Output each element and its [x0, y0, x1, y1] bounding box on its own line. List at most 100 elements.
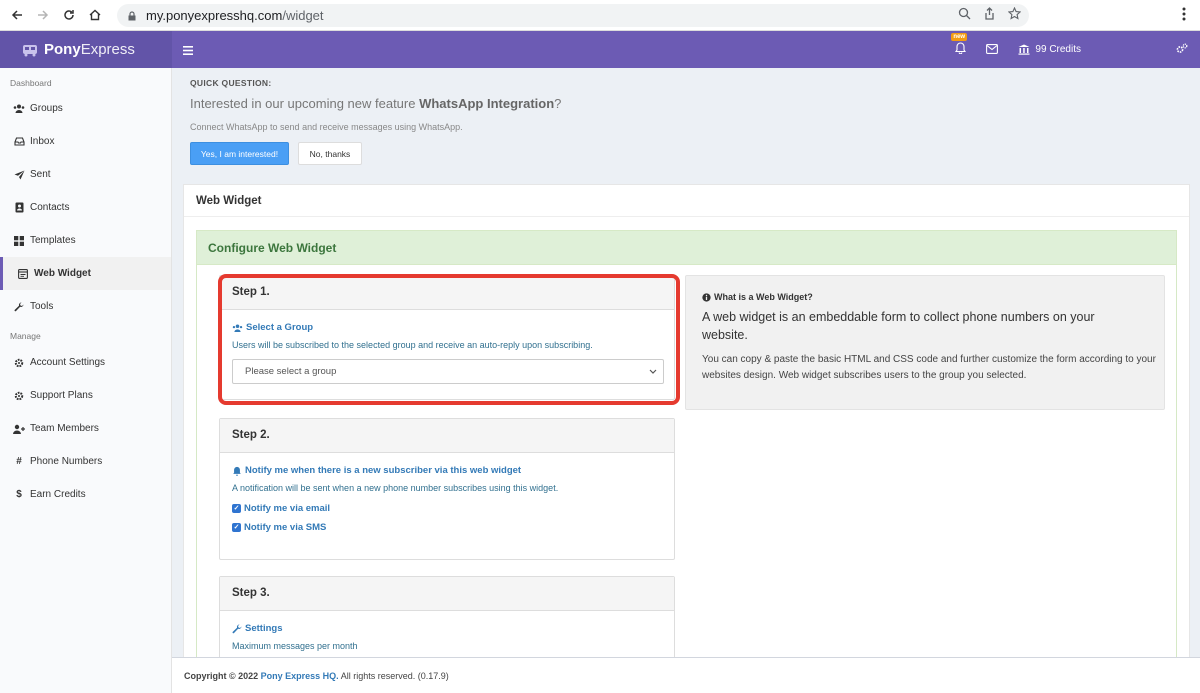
footer-company-link[interactable]: Pony Express HQ. [261, 671, 339, 681]
quick-question-title-suffix: ? [554, 96, 562, 111]
notify-subscriber-link[interactable]: Notify me when there is a new subscriber… [232, 465, 662, 476]
quick-question-title-prefix: Interested in our upcoming new feature [190, 96, 420, 111]
address-book-icon [13, 202, 25, 213]
notify-subscriber-label: Notify me when there is a new subscriber… [245, 465, 522, 476]
pony-logo-icon [23, 44, 37, 56]
quick-question-banner: QUICK QUESTION: Interested in our upcomi… [172, 68, 1200, 174]
sidebar: Dashboard Groups Inbox Sent Contacts Tem… [0, 68, 172, 693]
step3-panel: Step 3. Settings Maximum messages per mo… [219, 576, 675, 666]
back-icon[interactable] [6, 4, 28, 26]
quick-question-feature: WhatsApp Integration [419, 96, 555, 111]
notify-sms-checkbox-row[interactable]: ✓ Notify me via SMS [232, 522, 662, 533]
chevron-down-icon [649, 369, 657, 374]
wrench-icon [232, 623, 242, 633]
notifications-icon[interactable]: new [951, 33, 968, 57]
sidebar-item-account-settings[interactable]: Account Settings [0, 346, 171, 379]
info-title-text: What is a Web Widget? [714, 292, 813, 302]
footer-rights: All rights reserved. [338, 671, 418, 681]
sidebar-item-label: Support Plans [30, 390, 93, 401]
sidebar-item-phone-numbers[interactable]: # Phone Numbers [0, 445, 171, 478]
brand-bold: Pony [44, 41, 81, 58]
grid-icon [13, 235, 25, 246]
step2-panel: Step 2. Notify me when there is a new su… [219, 418, 675, 560]
credits-label: 99 Credits [1035, 44, 1081, 55]
sidebar-item-label: Groups [30, 103, 63, 114]
bank-icon [1018, 44, 1030, 55]
card-divider [184, 216, 1189, 217]
step2-help: A notification will be sent when a new p… [232, 483, 559, 493]
url-host: my.ponyexpresshq.com [146, 8, 283, 23]
users-icon [13, 104, 25, 113]
notify-email-label: Notify me via email [244, 503, 331, 514]
users-icon [232, 323, 243, 332]
home-icon[interactable] [84, 4, 106, 26]
sidebar-item-label: Tools [30, 301, 54, 312]
sidebar-item-label: Contacts [30, 202, 70, 213]
menu-toggle-icon[interactable] [183, 42, 193, 58]
messages-icon[interactable] [986, 43, 999, 57]
sidebar-item-tools[interactable]: Tools [0, 290, 171, 323]
sidebar-item-label: Web Widget [34, 268, 91, 279]
sidebar-section-manage: Manage [10, 331, 41, 341]
forward-icon[interactable] [32, 4, 54, 26]
page-title: Web Widget [196, 195, 262, 207]
select-group-link[interactable]: Select a Group [232, 322, 662, 333]
bookmark-star-icon[interactable] [1008, 7, 1021, 20]
sidebar-item-earn-credits[interactable]: $ Earn Credits [0, 478, 171, 511]
notify-sms-label: Notify me via SMS [244, 522, 327, 533]
sidebar-item-label: Sent [30, 169, 51, 180]
sidebar-item-team-members[interactable]: Team Members [0, 412, 171, 445]
sidebar-item-support-plans[interactable]: Support Plans [0, 379, 171, 412]
paper-plane-icon [13, 170, 25, 180]
quick-question-subtitle: Connect WhatsApp to send and receive mes… [190, 122, 463, 132]
notify-sms-checkbox[interactable]: ✓ [232, 523, 241, 532]
notify-email-checkbox-row[interactable]: ✓ Notify me via email [232, 503, 662, 514]
sidebar-item-label: Inbox [30, 136, 55, 147]
app-logo[interactable]: Pony Express [0, 31, 172, 68]
widget-info-panel: What is a Web Widget? A web widget is an… [685, 275, 1165, 410]
info-title: What is a Web Widget? [702, 292, 1164, 302]
interested-button[interactable]: Yes, I am interested! [190, 142, 289, 165]
credits-display[interactable]: 99 Credits [1018, 44, 1081, 55]
sidebar-item-groups[interactable]: Groups [0, 92, 171, 125]
browser-toolbar: my.ponyexpresshq.com/widget [0, 0, 1200, 31]
window-icon [17, 268, 29, 279]
user-plus-icon [13, 424, 25, 434]
group-select-value: Please select a group [245, 366, 337, 377]
hashtag-icon: # [16, 456, 22, 467]
address-bar[interactable]: my.ponyexpresshq.com/widget [117, 4, 1029, 27]
info-circle-icon [702, 292, 711, 302]
step1-help: Users will be subscribed to the selected… [232, 340, 593, 350]
sidebar-item-label: Templates [30, 235, 76, 246]
reload-icon[interactable] [58, 4, 80, 26]
inbox-icon [13, 137, 25, 146]
brand-light: Express [80, 41, 135, 58]
gear-icon [13, 391, 25, 401]
group-select[interactable]: Please select a group [232, 359, 664, 384]
quick-question-title: Interested in our upcoming new feature W… [190, 96, 561, 111]
sidebar-item-web-widget[interactable]: Web Widget [0, 257, 171, 290]
url-path: /widget [282, 8, 324, 23]
settings-gears-icon[interactable] [1176, 43, 1188, 57]
browser-menu-icon[interactable] [1182, 7, 1186, 24]
notify-email-checkbox[interactable]: ✓ [232, 504, 241, 513]
zoom-icon[interactable] [958, 7, 971, 20]
footer-version: (0.17.9) [417, 671, 449, 681]
no-thanks-button[interactable]: No, thanks [298, 142, 362, 165]
sidebar-item-label: Phone Numbers [30, 456, 103, 467]
sidebar-item-inbox[interactable]: Inbox [0, 125, 171, 158]
url-text: my.ponyexpresshq.com/widget [146, 8, 324, 23]
footer-copyright: Copyright © 2022 [184, 671, 261, 681]
sidebar-item-contacts[interactable]: Contacts [0, 191, 171, 224]
gear-icon [13, 358, 25, 368]
dollar-icon: $ [16, 489, 22, 500]
sidebar-item-templates[interactable]: Templates [0, 224, 171, 257]
share-icon[interactable] [983, 7, 996, 20]
app-header: Pony Express new 99 Credits [0, 31, 1200, 68]
sidebar-item-label: Earn Credits [30, 489, 86, 500]
sidebar-item-sent[interactable]: Sent [0, 158, 171, 191]
settings-link[interactable]: Settings [232, 623, 662, 634]
settings-label: Settings [245, 623, 283, 634]
info-text: You can copy & paste the basic HTML and … [702, 354, 1156, 381]
new-badge: new [951, 33, 968, 41]
